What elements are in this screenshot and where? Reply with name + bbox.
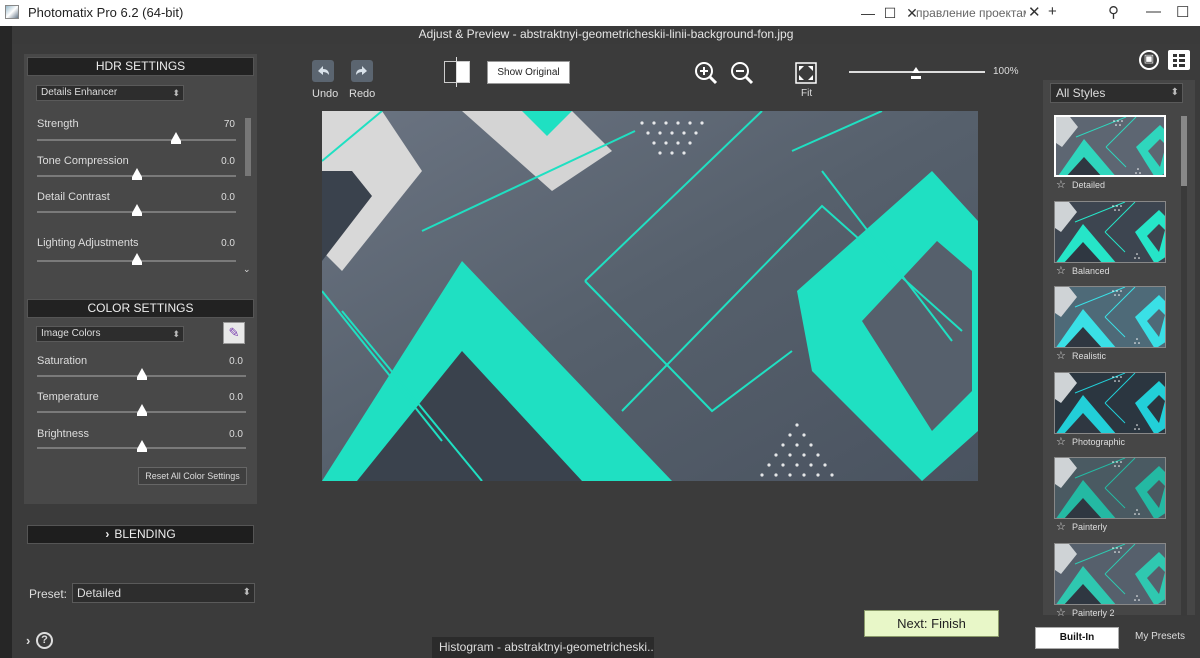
favorite-star-icon[interactable]: ☆ [1056,178,1066,191]
color-settings-header[interactable]: COLOR SETTINGS [27,299,254,318]
styles-filter-select[interactable]: All Styles ⬍ [1050,83,1183,103]
strength-slider[interactable] [37,139,236,141]
redo-icon[interactable] [351,60,373,82]
tab-built-in[interactable]: Built-In [1035,627,1119,649]
next-finish-button[interactable]: Next: Finish [864,610,999,637]
style-label: Balanced [1072,266,1110,276]
preset-label: Preset: [29,587,68,601]
scroll-down-icon[interactable]: ⌄ [243,264,251,275]
undo-icon[interactable] [312,60,334,82]
image-colors-select[interactable]: Image Colors ⬍ [36,326,184,342]
window-title: Photomatix Pro 6.2 (64-bit) [28,5,184,20]
hdr-settings-header[interactable]: HDR SETTINGS [27,57,254,76]
blending-header[interactable]: › BLENDING [27,525,254,544]
reset-color-settings-button[interactable]: Reset All Color Settings [138,467,247,485]
style-thumbnail[interactable] [1054,286,1166,348]
brightness-value: 0.0 [229,429,243,440]
preview-image[interactable] [322,111,978,481]
expand-icon[interactable]: › [26,633,30,648]
grid-view-icon[interactable] [1168,50,1190,70]
maximize-icon[interactable]: ☐ [880,3,900,23]
chevron-right-icon: › [105,527,110,541]
hdr-scrollbar[interactable] [245,118,251,176]
style-label: Detailed [1072,180,1106,190]
favorite-star-icon[interactable]: ☆ [1056,520,1066,533]
tone-compression-value: 0.0 [221,156,235,167]
compare-divider [456,57,457,87]
title-bar: Photomatix Pro 6.2 (64-bit) — ☐ ✕ правле… [0,0,1200,26]
brightness-slider-thumb[interactable] [136,440,147,452]
saturation-label: Saturation [37,355,88,367]
favorite-star-icon[interactable]: ☆ [1056,606,1066,619]
zoom-slider-thumb[interactable] [911,67,921,79]
maximize-browser-icon[interactable]: ☐ [1176,3,1189,21]
close-tab-icon[interactable]: ✕ [1028,3,1041,21]
fit-icon[interactable] [795,62,817,84]
tone-compression-slider-thumb[interactable] [131,168,142,180]
app-icon [5,5,19,19]
redo-label[interactable]: Redo [349,88,375,100]
styles-scroll-track[interactable] [1181,116,1187,616]
saturation-value: 0.0 [229,356,243,367]
style-label: Realistic [1072,351,1107,361]
help-icon[interactable]: ? [36,632,53,649]
style-thumbnail[interactable] [1054,372,1166,434]
histogram-window-tab[interactable]: Histogram - abstraktnyi-geometricheski..… [432,637,654,658]
style-thumbnail[interactable] [1054,543,1166,605]
styles-scrollbar[interactable] [1181,116,1187,186]
fit-label[interactable]: Fit [801,88,812,99]
preset-select[interactable]: Detailed ⬍ [72,583,255,603]
style-label: Photographic [1072,437,1126,447]
detail-contrast-label: Detail Contrast [37,191,110,203]
new-tab-icon[interactable]: + [1048,3,1057,20]
favorite-star-icon[interactable]: ☆ [1056,349,1066,362]
search-icon[interactable]: ⚲ [1108,3,1119,21]
style-thumbnail[interactable] [1054,201,1166,263]
style-label: Painterly [1072,522,1108,532]
tone-compression-label: Tone Compression [37,155,129,167]
style-thumbnail[interactable] [1054,457,1166,519]
method-select[interactable]: Details Enhancer ⬍ [36,85,184,101]
favorite-star-icon[interactable]: ☆ [1056,435,1066,448]
style-thumbnail[interactable] [1054,115,1166,177]
minimize-icon[interactable]: — [858,3,878,23]
strength-label: Strength [37,118,79,130]
strength-slider-thumb[interactable] [171,132,182,144]
temperature-slider-thumb[interactable] [136,404,147,416]
save-preset-icon[interactable]: ▣ [1139,50,1159,70]
undo-label[interactable]: Undo [312,88,338,100]
zoom-out-icon[interactable] [729,60,755,86]
brightness-label: Brightness [37,428,89,440]
color-picker-icon[interactable]: ✎ [223,322,245,344]
tab-my-presets[interactable]: My Presets [1122,627,1198,649]
lighting-adjustments-value: 0.0 [221,238,235,249]
zoom-level: 100% [993,66,1019,77]
show-original-button[interactable]: Show Original [487,61,570,84]
favorite-star-icon[interactable]: ☆ [1056,264,1066,277]
lighting-adjustments-slider-thumb[interactable] [131,253,142,265]
temperature-value: 0.0 [229,392,243,403]
zoom-in-icon[interactable] [693,60,719,86]
detail-contrast-value: 0.0 [221,192,235,203]
saturation-slider-thumb[interactable] [136,368,147,380]
detail-contrast-slider-thumb[interactable] [131,204,142,216]
temperature-label: Temperature [37,391,99,403]
window-edge [0,26,12,658]
minimize-browser-icon[interactable]: — [1146,3,1161,20]
lighting-adjustments-label: Lighting Adjustments [37,237,139,249]
compare-split-icon[interactable] [444,61,470,83]
window-subtitle: Adjust & Preview - abstraktnyi-geometric… [12,26,1200,44]
style-label: Painterly 2 [1072,608,1115,618]
strength-value: 70 [223,119,235,130]
background-browser-tab[interactable]: правление проектам [916,0,1026,26]
